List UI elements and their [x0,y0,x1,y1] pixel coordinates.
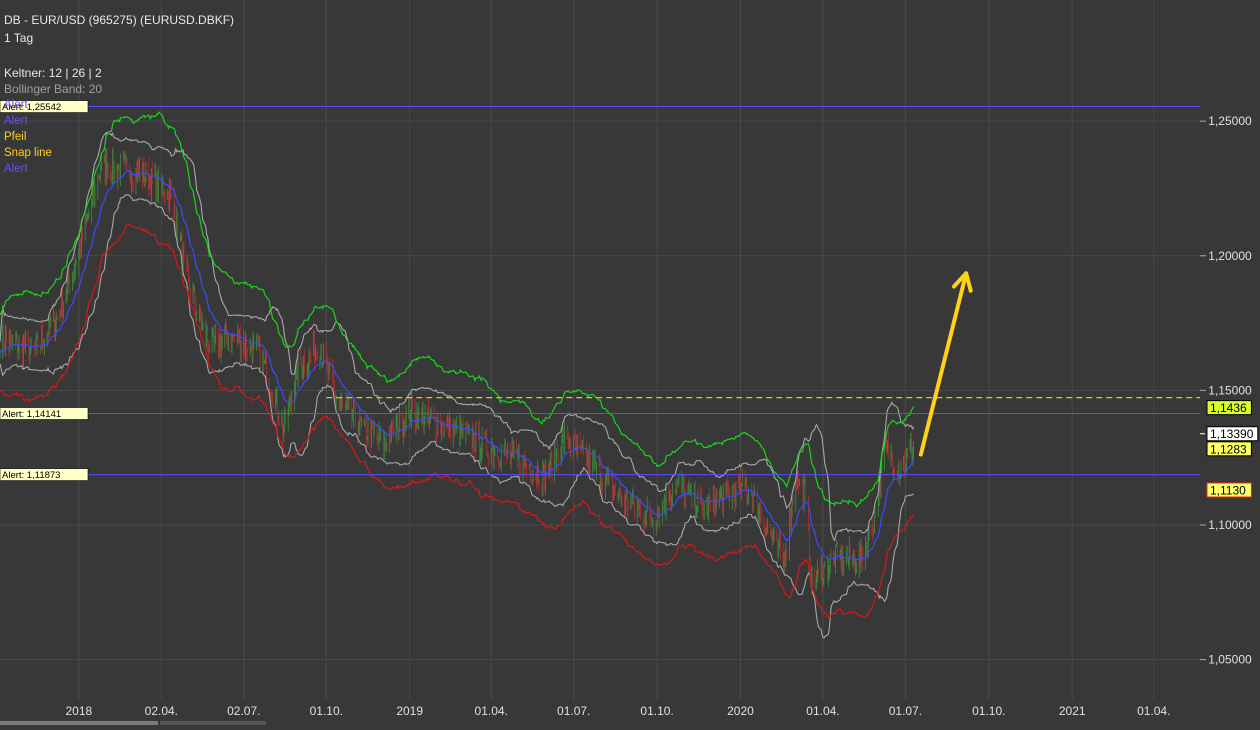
alert-tag: Alert: 1,14141 [0,407,89,420]
price-tag: 1,1436 [1206,400,1252,416]
legend-item[interactable]: Pfeil [4,131,26,143]
indicator-label-2: Bollinger Band: 20 [4,82,103,96]
y-tick-label: 1,15000 [1208,383,1252,397]
x-tick-label: 01.10. [640,704,673,718]
chart-interval: 1 Tag [4,31,34,45]
price-tag-label: 1,13390 [1210,427,1254,441]
price-tag-label: 1,1436 [1210,401,1247,415]
keltner-mid-line [0,170,915,561]
indicator-label: Keltner: 12 | 26 | 2 [4,66,102,80]
x-tick-label: 2020 [727,704,754,718]
time-scrollbar [0,721,158,725]
x-tick-label: 01.04. [1137,704,1170,718]
chart-area[interactable]: 1,25000 1,20000 1,15000 1,10000 1,05000 2018 0… [0,0,1260,725]
x-tick-label: 01.10. [310,704,343,718]
price-tag: 1,1283 [1206,441,1252,457]
x-tick-label: 02.04. [145,704,178,718]
legend-item[interactable]: Alert [4,115,28,127]
y-tick-label: 1,10000 [1208,518,1252,532]
x-tick-label: 01.07. [889,704,922,718]
x-tick-label: 2018 [66,704,93,718]
alert-tag: Alert: 1,11873 [0,468,89,481]
trend-arrow-shaft [918,271,969,457]
price-tag-label: 1,1130 [1210,484,1246,498]
x-tick-label: 01.04. [475,704,508,718]
x-tick-label: 01.10. [972,704,1005,718]
x-tick-label: 02.07. [227,704,260,718]
legend-item[interactable]: Snap line [4,147,52,159]
x-tick-label: 2021 [1059,704,1086,718]
price-chart[interactable]: 1,25000 1,20000 1,15000 1,10000 1,05000 2018 0… [0,0,1260,725]
y-tick-label: 1,25000 [1208,114,1252,128]
x-tick-label: 2019 [396,704,423,718]
price-tag: 1,1130 [1206,482,1252,498]
legend-item[interactable]: Alert [4,99,28,111]
time-scrollbar-track [160,721,266,725]
chart-title: DB - EUR/USD (965275) (EURUSD.DBKF) [4,13,235,27]
y-tick-label: 1,20000 [1208,249,1252,263]
alert-tag-label: Alert: 1,11873 [2,470,60,481]
candles [0,144,914,596]
price-tag: 1,13390 [1200,426,1259,442]
price-tag-label: 1,1283 [1210,442,1247,456]
grid [0,0,1200,700]
alert-tag-label: Alert: 1,14141 [2,409,61,420]
legend-item[interactable]: Alert [4,163,28,175]
x-tick-label: 01.04. [806,704,839,718]
y-tick-label: 1,05000 [1208,653,1252,667]
x-tick-label: 01.07. [557,704,590,718]
